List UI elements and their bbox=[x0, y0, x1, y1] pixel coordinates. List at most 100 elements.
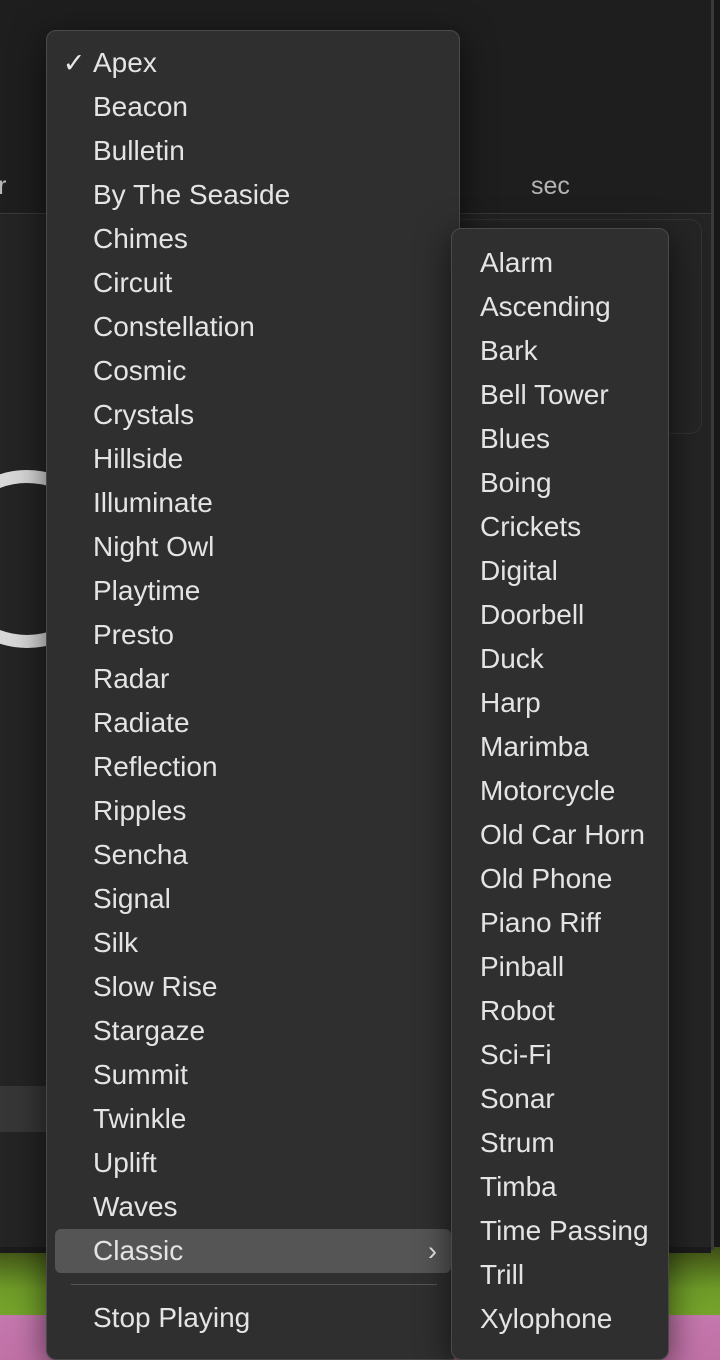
menu-item[interactable]: Presto bbox=[55, 613, 451, 657]
submenu-item[interactable]: Sci-Fi bbox=[458, 1033, 662, 1077]
submenu-item[interactable]: Sonar bbox=[458, 1077, 662, 1121]
menu-item[interactable]: Stargaze bbox=[55, 1009, 451, 1053]
menu-item-label: Constellation bbox=[93, 311, 255, 342]
menu-item-label: Uplift bbox=[93, 1147, 157, 1178]
menu-item[interactable]: Cosmic bbox=[55, 349, 451, 393]
classic-sounds-submenu[interactable]: Alarm Ascending Bark Bell Tower Blues Boing Cr… bbox=[451, 228, 669, 1360]
menu-item-label: Chimes bbox=[93, 223, 188, 254]
submenu-item[interactable]: Boing bbox=[458, 461, 662, 505]
menu-item[interactable]: Constellation bbox=[55, 305, 451, 349]
menu-item[interactable]: Sencha bbox=[55, 833, 451, 877]
submenu-item-label: Alarm bbox=[480, 247, 554, 278]
menu-item-label: Beacon bbox=[93, 91, 188, 122]
submenu-item[interactable]: Trill bbox=[458, 1253, 662, 1297]
menu-item-label: Ripples bbox=[93, 795, 187, 826]
submenu-item-label: Robot bbox=[480, 995, 555, 1026]
submenu-item[interactable]: Bark bbox=[458, 329, 662, 373]
submenu-item-label: Old Car Horn bbox=[480, 819, 645, 850]
submenu-item-label: Sonar bbox=[480, 1083, 555, 1114]
menu-item[interactable]: Playtime bbox=[55, 569, 451, 613]
menu-item-label: Reflection bbox=[93, 751, 218, 782]
submenu-item[interactable]: Time Passing bbox=[458, 1209, 662, 1253]
menu-item[interactable]: Bulletin bbox=[55, 129, 451, 173]
menu-item[interactable]: Signal bbox=[55, 877, 451, 921]
sound-picker-menu[interactable]: ✓ Apex Beacon Bulletin By The Seaside Chimes C… bbox=[46, 30, 460, 1360]
submenu-item[interactable]: Marimba bbox=[458, 725, 662, 769]
menu-item[interactable]: Uplift bbox=[55, 1141, 451, 1185]
menu-item-label: Signal bbox=[93, 883, 171, 914]
submenu-item-label: Digital bbox=[480, 555, 558, 586]
submenu-item-label: Duck bbox=[480, 643, 544, 674]
submenu-item-label: Bell Tower bbox=[480, 379, 609, 410]
submenu-item[interactable]: Harp bbox=[458, 681, 662, 725]
menu-item[interactable]: Ripples bbox=[55, 789, 451, 833]
submenu-item[interactable]: Alarm bbox=[458, 241, 662, 285]
menu-item[interactable]: Chimes bbox=[55, 217, 451, 261]
menu-item[interactable]: Night Owl bbox=[55, 525, 451, 569]
submenu-item-label: Strum bbox=[480, 1127, 555, 1158]
submenu-item-label: Marimba bbox=[480, 731, 589, 762]
menu-separator bbox=[71, 1284, 437, 1285]
menu-item[interactable]: Waves bbox=[55, 1185, 451, 1229]
submenu-item-label: Doorbell bbox=[480, 599, 585, 630]
menu-item-label: Presto bbox=[93, 619, 174, 650]
submenu-item[interactable]: Pinball bbox=[458, 945, 662, 989]
submenu-item-label: Pinball bbox=[480, 951, 565, 982]
submenu-item-label: Xylophone bbox=[480, 1303, 613, 1334]
submenu-item[interactable]: Doorbell bbox=[458, 593, 662, 637]
menu-item-label: Crystals bbox=[93, 399, 195, 430]
menu-item-label: By The Seaside bbox=[93, 179, 291, 210]
menu-item-stop-playing[interactable]: Stop Playing bbox=[55, 1296, 451, 1340]
menu-item[interactable]: Summit bbox=[55, 1053, 451, 1097]
submenu-item[interactable]: Blues bbox=[458, 417, 662, 461]
menu-item[interactable]: Radar bbox=[55, 657, 451, 701]
menu-item[interactable]: Slow Rise bbox=[55, 965, 451, 1009]
submenu-item-label: Ascending bbox=[480, 291, 611, 322]
menu-item-label: Circuit bbox=[93, 267, 173, 298]
submenu-item-label: Sci-Fi bbox=[480, 1039, 552, 1070]
menu-item[interactable]: Illuminate bbox=[55, 481, 451, 525]
submenu-item-label: Motorcycle bbox=[480, 775, 616, 806]
submenu-item-label: Trill bbox=[480, 1259, 525, 1290]
submenu-item[interactable]: Bell Tower bbox=[458, 373, 662, 417]
menu-item[interactable]: Crystals bbox=[55, 393, 451, 437]
submenu-item[interactable]: Strum bbox=[458, 1121, 662, 1165]
submenu-item[interactable]: Digital bbox=[458, 549, 662, 593]
submenu-item-label: Time Passing bbox=[480, 1215, 649, 1246]
menu-item-classic[interactable]: Classic › bbox=[55, 1229, 451, 1273]
menu-item[interactable]: Hillside bbox=[55, 437, 451, 481]
submenu-item[interactable]: Xylophone bbox=[458, 1297, 662, 1341]
menu-item-label: Stargaze bbox=[93, 1015, 206, 1046]
menu-item[interactable]: Beacon bbox=[55, 85, 451, 129]
submenu-item-label: Timba bbox=[480, 1171, 557, 1202]
menu-item-label: Cosmic bbox=[93, 355, 187, 386]
seconds-unit-label: sec bbox=[531, 172, 570, 200]
menu-item[interactable]: Reflection bbox=[55, 745, 451, 789]
menu-item[interactable]: Silk bbox=[55, 921, 451, 965]
submenu-item-label: Piano Riff bbox=[480, 907, 601, 938]
menu-item-label: Bulletin bbox=[93, 135, 185, 166]
menu-item[interactable]: By The Seaside bbox=[55, 173, 451, 217]
submenu-item[interactable]: Robot bbox=[458, 989, 662, 1033]
menu-item-label: Hillside bbox=[93, 443, 184, 474]
menu-item-label: Waves bbox=[93, 1191, 178, 1222]
submenu-item[interactable]: Crickets bbox=[458, 505, 662, 549]
submenu-item[interactable]: Piano Riff bbox=[458, 901, 662, 945]
menu-item-label: Apex bbox=[93, 47, 157, 78]
submenu-item[interactable]: Duck bbox=[458, 637, 662, 681]
menu-item-label: Night Owl bbox=[93, 531, 215, 562]
menu-item-label: Radiate bbox=[93, 707, 190, 738]
timer-label-partial: ar bbox=[0, 172, 7, 200]
submenu-item[interactable]: Ascending bbox=[458, 285, 662, 329]
menu-item[interactable]: Twinkle bbox=[55, 1097, 451, 1141]
menu-item-label: Stop Playing bbox=[93, 1302, 251, 1333]
submenu-item-label: Old Phone bbox=[480, 863, 613, 894]
submenu-item[interactable]: Old Phone bbox=[458, 857, 662, 901]
menu-item[interactable]: ✓ Apex bbox=[55, 41, 451, 85]
menu-item[interactable]: Radiate bbox=[55, 701, 451, 745]
menu-item[interactable]: Circuit bbox=[55, 261, 451, 305]
submenu-item[interactable]: Timba bbox=[458, 1165, 662, 1209]
menu-item-label: Twinkle bbox=[93, 1103, 187, 1134]
submenu-item[interactable]: Motorcycle bbox=[458, 769, 662, 813]
submenu-item[interactable]: Old Car Horn bbox=[458, 813, 662, 857]
